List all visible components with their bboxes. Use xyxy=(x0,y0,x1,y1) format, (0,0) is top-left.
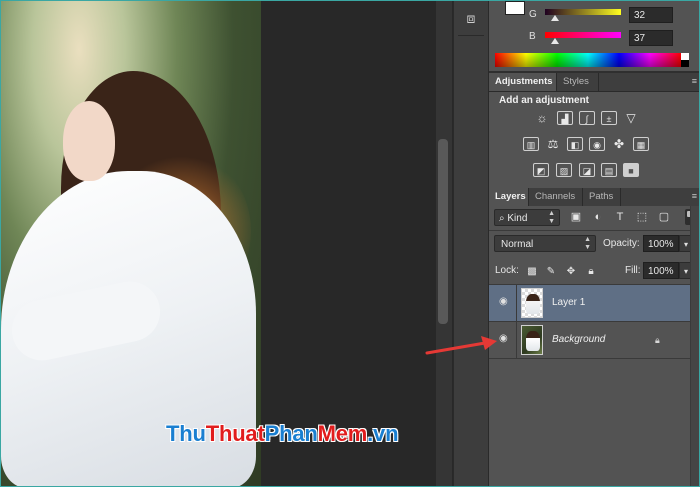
kind-filter-label: Kind xyxy=(507,213,528,224)
watermark-part: Thuat xyxy=(205,421,265,446)
watermark-part: Mem xyxy=(317,421,368,446)
fill-label: Fill: xyxy=(625,265,641,276)
channel-g-label: G xyxy=(529,9,537,20)
visibility-eye-icon[interactable]: ◉ xyxy=(499,334,511,344)
layers-tabbar: Layers Channels Paths ≡ xyxy=(489,188,699,207)
channel-g-thumb[interactable] xyxy=(551,15,559,21)
tab-adjustments[interactable]: Adjustments xyxy=(489,73,557,91)
layer-row-layer-1[interactable]: ◉ Layer 1 xyxy=(489,285,699,322)
tab-styles[interactable]: Styles xyxy=(557,73,599,91)
photo-filter-icon[interactable]: ◧ xyxy=(567,137,583,151)
cube-icon[interactable]: ⧈ xyxy=(462,9,480,27)
lock-transparent-icon[interactable]: ▩ xyxy=(526,266,538,278)
grid-icon[interactable]: ▦ xyxy=(633,137,649,151)
select-arrows-icon: ▲ ▼ xyxy=(584,236,591,251)
layer-thumbnail xyxy=(521,288,543,318)
adjustment-filter-icon[interactable]: ◐ xyxy=(591,210,605,224)
lock-label: Lock: xyxy=(495,265,519,276)
watermark-part: .vn xyxy=(367,421,399,446)
tab-paths[interactable]: Paths xyxy=(583,188,621,206)
watermark-logo: ThuThuatPhanMem.vn xyxy=(166,421,399,447)
watermark-part: Phan xyxy=(264,421,318,446)
channel-b-label: B xyxy=(529,31,536,42)
select-arrows-icon: ▲ ▼ xyxy=(548,210,555,225)
eye-divider xyxy=(516,322,517,358)
vibrance-icon[interactable]: ▥ xyxy=(523,137,539,151)
threshold-icon[interactable]: ◪ xyxy=(579,163,595,177)
fill-field[interactable]: 100% xyxy=(643,262,679,279)
red-arrow-annotation xyxy=(425,336,497,355)
layer-name[interactable]: Layer 1 xyxy=(552,297,585,308)
layer-thumbnail xyxy=(521,325,543,355)
adjustments-title: Add an adjustment xyxy=(499,95,590,106)
adjustments-tabbar: Adjustments Styles ≡ xyxy=(489,73,699,92)
color-panel: G 32 B 37 xyxy=(489,1,699,73)
foreground-swatch[interactable] xyxy=(505,1,525,15)
type-filter-icon[interactable]: T xyxy=(613,210,627,224)
balance-icon[interactable]: ⚖ xyxy=(545,137,561,151)
layers-divider xyxy=(489,230,699,231)
black-white-swatch[interactable] xyxy=(681,53,689,67)
channel-g-value[interactable]: 32 xyxy=(629,7,673,23)
lock-position-icon[interactable]: ✥ xyxy=(565,266,577,278)
tab-layers[interactable]: Layers xyxy=(489,188,529,206)
color-lookup-icon[interactable]: ✤ xyxy=(611,137,627,151)
eye-divider xyxy=(516,285,517,321)
thumbnail-figure xyxy=(526,331,540,351)
opacity-label: Opacity: xyxy=(603,238,640,249)
image-face xyxy=(63,101,115,181)
gradient-triangle-icon[interactable]: ▽ xyxy=(623,111,639,125)
visibility-eye-icon[interactable]: ◉ xyxy=(499,297,511,307)
blend-mode-select[interactable]: Normal ▲ ▼ xyxy=(494,235,596,252)
brightness-contrast-icon[interactable]: ☼ xyxy=(534,111,550,125)
layers-panel: ⌕ Kind ▲ ▼ ▣ ◐ T ⬚ ▢ Normal ▲ ▼ Opacity: 1… xyxy=(489,206,699,486)
layers-panel-menu-icon[interactable]: ≡ xyxy=(685,191,697,201)
layer-row-background[interactable]: ◉ Background 🔒︎ xyxy=(489,322,699,359)
watermark-part: Thu xyxy=(166,421,206,446)
posterize-icon[interactable]: ▨ xyxy=(556,163,572,177)
smart-object-filter-icon[interactable]: ▢ xyxy=(657,210,671,224)
invert-icon[interactable]: ◩ xyxy=(533,163,549,177)
panel-icon-strip: ⧈ xyxy=(453,1,489,486)
levels-icon[interactable]: ▟ xyxy=(557,111,573,125)
right-panels: G 32 B 37 Adjustments Styles ≡ Add an ad… xyxy=(489,1,699,486)
layer-name[interactable]: Background xyxy=(552,334,605,345)
selective-color-icon[interactable]: ■ xyxy=(623,163,639,177)
lock-all-icon[interactable]: 🔒︎ xyxy=(585,266,597,278)
gradient-map-icon[interactable]: ▤ xyxy=(601,163,617,177)
canvas-scrollbar-thumb[interactable] xyxy=(438,139,448,324)
lock-paint-icon[interactable]: ✎ xyxy=(545,266,557,278)
photoshop-window: ⧈ G 32 B 37 Adjustments Styles ≡ Add an … xyxy=(0,0,700,487)
blend-mode-label: Normal xyxy=(501,239,534,250)
opacity-field[interactable]: 100% xyxy=(643,235,679,252)
kind-filter-select[interactable]: ⌕ Kind ▲ ▼ xyxy=(494,209,560,226)
tab-channels[interactable]: Channels xyxy=(529,188,583,206)
strip-divider xyxy=(458,35,484,36)
channel-b-value[interactable]: 37 xyxy=(629,30,673,46)
exposure-icon[interactable]: ± xyxy=(601,111,617,125)
pixel-filter-icon[interactable]: ▣ xyxy=(569,210,583,224)
panel-menu-icon[interactable]: ≡ xyxy=(685,76,697,86)
layer-lock-icon: 🔒︎ xyxy=(655,335,660,345)
canvas-pasteboard xyxy=(261,1,436,486)
curves-icon[interactable]: ∫ xyxy=(579,111,595,125)
channel-mixer-icon[interactable]: ◉ xyxy=(589,137,605,151)
canvas-image[interactable] xyxy=(1,1,261,486)
color-spectrum-bar[interactable] xyxy=(495,53,681,67)
layers-scrollbar[interactable] xyxy=(690,206,699,486)
channel-b-thumb[interactable] xyxy=(551,38,559,44)
thumbnail-figure xyxy=(526,294,540,314)
shape-filter-icon[interactable]: ⬚ xyxy=(635,210,649,224)
